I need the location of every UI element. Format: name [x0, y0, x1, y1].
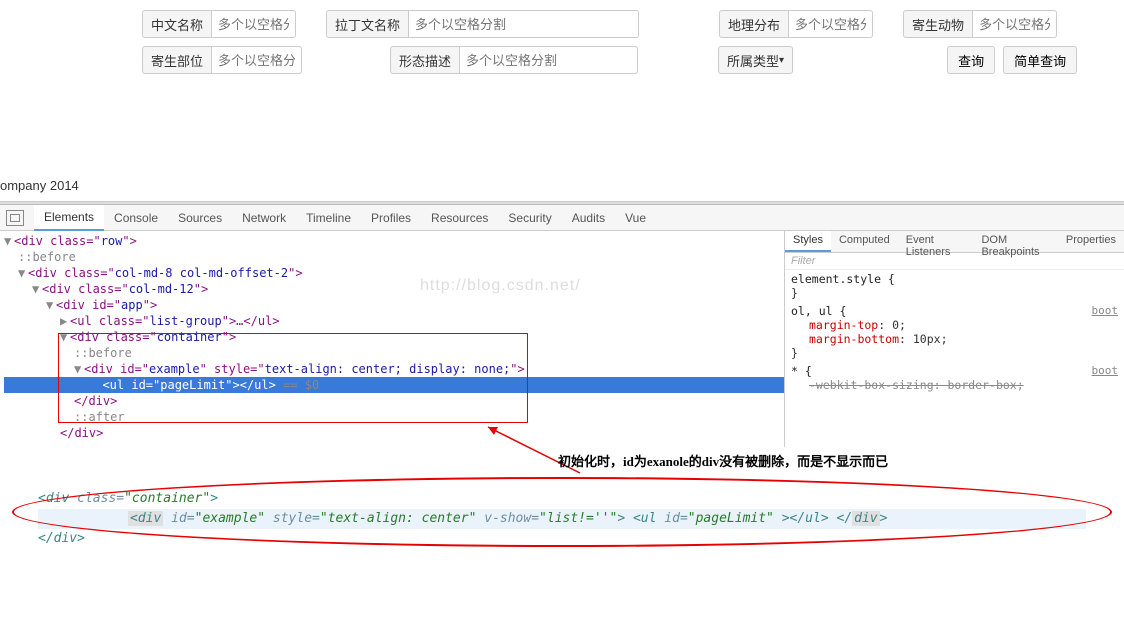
field-latin-name: 拉丁文名称	[326, 10, 639, 38]
styles-tab-listeners[interactable]: Event Listeners	[898, 231, 974, 252]
dom-node[interactable]: ▼<div class="row">	[4, 233, 784, 249]
simple-search-button[interactable]: 简单查询	[1003, 46, 1077, 74]
chevron-down-icon: ▾	[779, 55, 784, 66]
field-host: 寄生动物	[903, 10, 1057, 38]
dom-pseudo: ::before	[4, 345, 784, 361]
tab-vue[interactable]: Vue	[615, 206, 656, 230]
styles-tab-dombp[interactable]: DOM Breakpoints	[973, 231, 1057, 252]
tab-console[interactable]: Console	[104, 206, 168, 230]
devtools-panel: Elements Console Sources Network Timelin…	[0, 205, 1124, 447]
styles-tab-styles[interactable]: Styles	[785, 231, 831, 252]
label-host: 寄生动物	[903, 10, 973, 38]
search-form: 中文名称 拉丁文名称 地理分布 寄生动物 寄生部位 形态描述 所属类型 ▾	[0, 0, 1124, 78]
code-snippet: <div class="container"> <div id="example…	[8, 485, 1116, 553]
dom-node-selected[interactable]: <ul id="pageLimit"></ul> == $0	[4, 377, 784, 393]
tab-network[interactable]: Network	[232, 206, 296, 230]
tab-timeline[interactable]: Timeline	[296, 206, 361, 230]
label-cn-name: 中文名称	[142, 10, 212, 38]
css-rules[interactable]: element.style { } ol, ul {boot margin-to…	[785, 270, 1124, 398]
label-morph: 形态描述	[390, 46, 460, 74]
css-source-link[interactable]: boot	[1092, 364, 1119, 377]
css-selector: element.style {	[791, 272, 1118, 286]
field-morph: 形态描述	[390, 46, 638, 74]
css-selector: * {	[791, 364, 812, 378]
dom-node[interactable]: ▼<div class="col-md-12">	[4, 281, 784, 297]
tab-security[interactable]: Security	[498, 206, 561, 230]
css-brace: }	[791, 286, 1118, 300]
dom-node[interactable]: ▼<div id="example" style="text-align: ce…	[4, 361, 784, 377]
input-cn-name[interactable]	[212, 10, 296, 38]
annotation-text: 初始化时，id为exanole的div没有被删除，而是不显示而已	[558, 451, 888, 470]
styles-tabs: Styles Computed Event Listeners DOM Brea…	[785, 231, 1124, 253]
label-latin-name: 拉丁文名称	[326, 10, 409, 38]
tab-resources[interactable]: Resources	[421, 206, 498, 230]
tab-elements[interactable]: Elements	[34, 205, 104, 231]
input-host[interactable]	[973, 10, 1057, 38]
input-morph[interactable]	[460, 46, 638, 74]
input-latin-name[interactable]	[409, 10, 639, 38]
tab-profiles[interactable]: Profiles	[361, 206, 421, 230]
label-site: 寄生部位	[142, 46, 212, 74]
code-line-highlight: <div id="example" style="text-align: cen…	[38, 509, 1086, 529]
dom-close: </div>	[4, 425, 784, 441]
devtools-toolbar: Elements Console Sources Network Timelin…	[0, 205, 1124, 231]
search-button[interactable]: 查询	[947, 46, 995, 74]
field-type: 所属类型 ▾	[718, 46, 793, 74]
css-source-link[interactable]: boot	[1092, 304, 1119, 317]
dom-tree-panel[interactable]: http://blog.csdn.net/ ▼<div class="row">…	[0, 231, 784, 447]
css-brace: }	[791, 346, 1118, 360]
dom-node[interactable]: ▼<div id="app">	[4, 297, 784, 313]
footer-text: ompany 2014	[0, 178, 1124, 201]
field-site: 寄生部位	[142, 46, 302, 74]
input-geo[interactable]	[789, 10, 873, 38]
dom-node[interactable]: ▼<div class="col-md-8 col-md-offset-2">	[4, 265, 784, 281]
dom-pseudo: ::after	[4, 409, 784, 425]
field-cn-name: 中文名称	[142, 10, 296, 38]
tab-sources[interactable]: Sources	[168, 206, 232, 230]
dom-node[interactable]: ▼<div class="container">	[4, 329, 784, 345]
css-selector: ol, ul {	[791, 304, 846, 318]
tab-audits[interactable]: Audits	[562, 206, 615, 230]
styles-tab-props[interactable]: Properties	[1058, 231, 1124, 252]
styles-filter[interactable]: Filter	[785, 253, 1124, 270]
styles-panel: Styles Computed Event Listeners DOM Brea…	[784, 231, 1124, 447]
input-site[interactable]	[212, 46, 302, 74]
dom-pseudo: ::before	[4, 249, 784, 265]
dom-node[interactable]: ▶<ul class="list-group">…</ul>	[4, 313, 784, 329]
inspect-icon[interactable]	[6, 210, 24, 226]
annotation: 初始化时，id为exanole的div没有被删除，而是不显示而已 <div cl…	[0, 447, 1124, 567]
label-geo: 地理分布	[719, 10, 789, 38]
code-line: </div>	[38, 529, 1086, 549]
code-line: <div class="container">	[38, 489, 1086, 509]
form-row-2: 寄生部位 形态描述 所属类型 ▾ 查询 简单查询	[142, 42, 1124, 78]
form-row-1: 中文名称 拉丁文名称 地理分布 寄生动物	[142, 6, 1124, 42]
dom-close: </div>	[4, 393, 784, 409]
field-geo: 地理分布	[719, 10, 873, 38]
styles-tab-computed[interactable]: Computed	[831, 231, 898, 252]
select-type[interactable]: 所属类型 ▾	[718, 46, 793, 74]
